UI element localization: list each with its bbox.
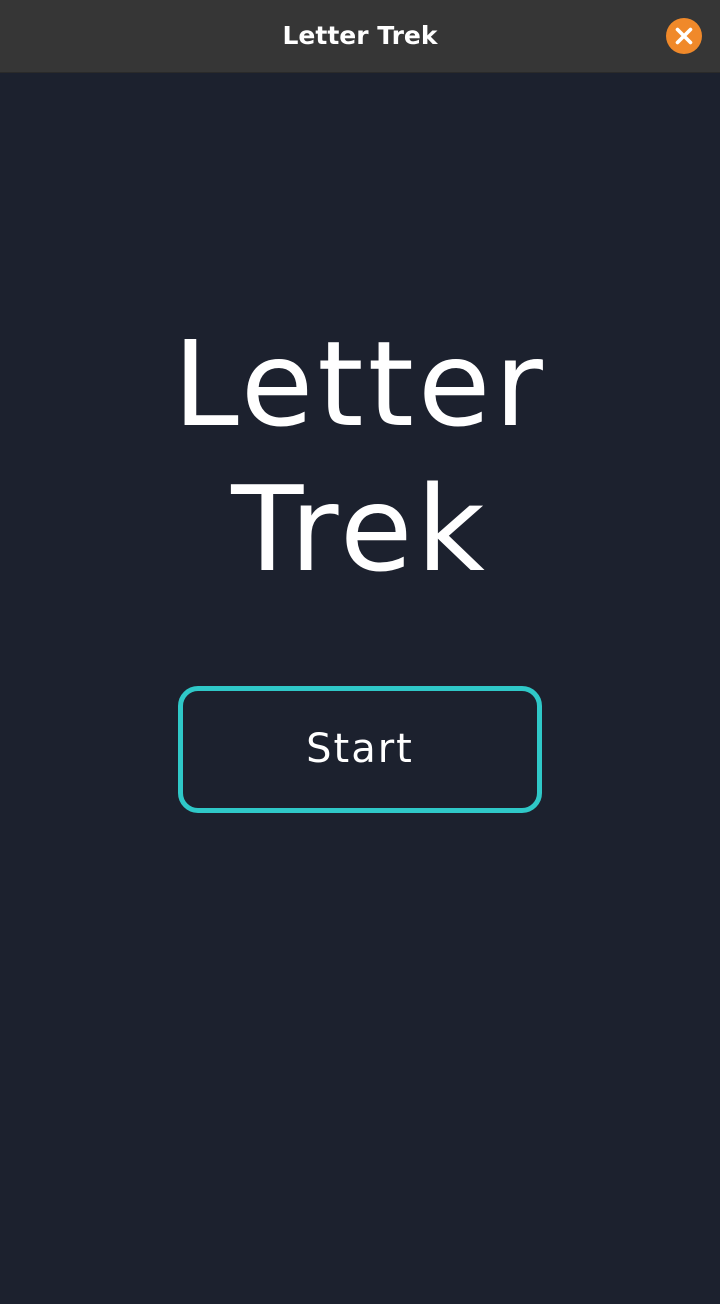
- main-screen: Letter Trek Start: [0, 72, 720, 1304]
- game-title: Letter Trek: [0, 312, 720, 602]
- game-title-line-1: Letter: [173, 315, 547, 453]
- window-title: Letter Trek: [282, 21, 438, 50]
- start-button[interactable]: Start: [178, 686, 542, 813]
- close-icon: [675, 27, 693, 45]
- title-bar: Letter Trek: [0, 0, 720, 72]
- game-title-line-2: Trek: [231, 460, 489, 598]
- app-window: Letter Trek Letter Trek Start: [0, 0, 720, 1304]
- close-button[interactable]: [666, 18, 702, 54]
